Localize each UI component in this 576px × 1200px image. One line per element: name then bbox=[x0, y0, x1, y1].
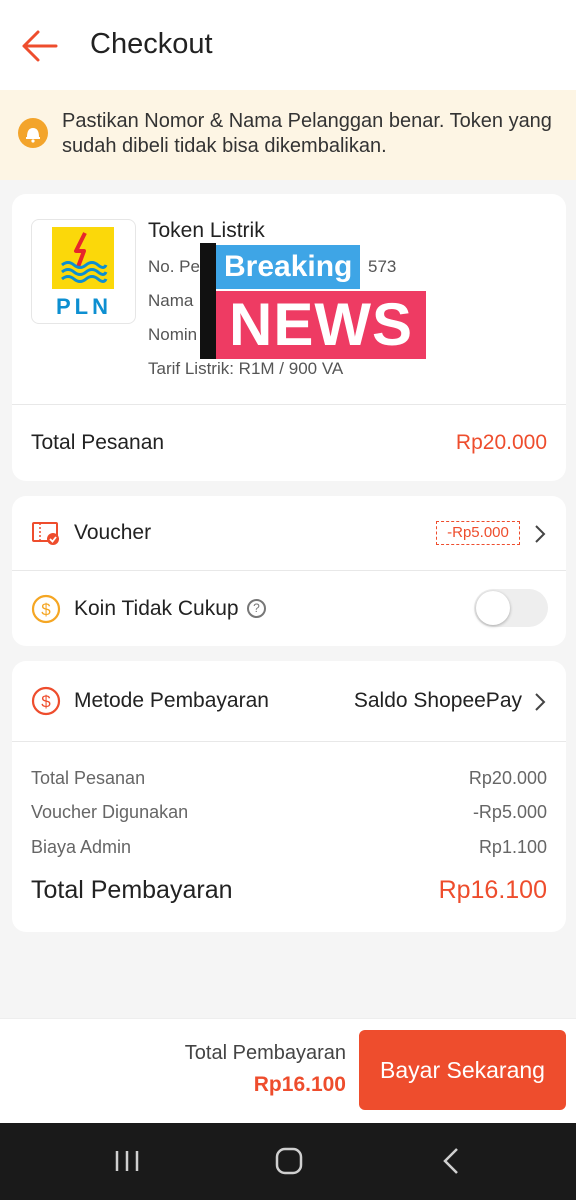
payment-method-value: Saldo ShopeePay bbox=[353, 689, 522, 712]
coin-toggle-knob bbox=[476, 591, 510, 625]
home-icon bbox=[275, 1147, 303, 1175]
summary-label: Voucher Digunakan bbox=[31, 802, 189, 822]
product-name: Token Listrik bbox=[148, 219, 265, 242]
summary-label: Total Pesanan bbox=[31, 768, 146, 788]
help-icon[interactable]: ? bbox=[247, 599, 266, 618]
sticker-breaking: Breaking bbox=[216, 245, 361, 289]
recent-apps-button[interactable] bbox=[107, 1143, 147, 1179]
checkout-total-label: Total Pembayaran bbox=[184, 1042, 346, 1064]
pay-now-button[interactable]: Bayar Sekarang bbox=[359, 1030, 566, 1110]
order-total-value: Rp20.000 bbox=[455, 431, 547, 454]
coin-label: Koin Tidak Cukup bbox=[74, 597, 239, 620]
breaking-news-sticker: Breaking NEWS bbox=[200, 243, 428, 361]
checkout-total-value: Rp16.100 bbox=[253, 1073, 346, 1096]
customer-name: Nama bbox=[148, 291, 194, 310]
recent-apps-icon bbox=[115, 1151, 139, 1171]
bell-icon bbox=[18, 118, 48, 148]
pln-logo-text: PLN bbox=[56, 294, 112, 319]
summary-value: Rp20.000 bbox=[468, 768, 547, 788]
chevron-right-icon[interactable] bbox=[530, 690, 550, 714]
notice-text: Pastikan Nomor & Nama Pelanggan benar. T… bbox=[62, 110, 552, 157]
back-button[interactable] bbox=[18, 24, 62, 68]
payment-method-label: Metode Pembayaran bbox=[74, 689, 269, 712]
nominal: Nomin bbox=[148, 325, 198, 344]
app-header: Checkout bbox=[0, 0, 576, 90]
summary-value: -Rp5.000 bbox=[472, 802, 547, 822]
divider bbox=[12, 404, 566, 405]
coin-icon: $ bbox=[31, 594, 61, 629]
arrow-left-icon bbox=[22, 30, 58, 62]
sticker-news: NEWS bbox=[216, 291, 426, 359]
divider bbox=[12, 570, 566, 571]
grand-total-label: Total Pembayaran bbox=[31, 876, 233, 904]
voucher-label: Voucher bbox=[74, 521, 152, 544]
summary-value: Rp1.100 bbox=[478, 837, 547, 857]
tariff: Tarif Listrik: R1M / 900 VA bbox=[148, 359, 344, 378]
voucher-badge: -Rp5.000 bbox=[436, 521, 520, 545]
ticket-icon bbox=[31, 519, 61, 552]
divider bbox=[12, 741, 566, 742]
svg-text:$: $ bbox=[41, 692, 51, 711]
summary-label: Biaya Admin bbox=[31, 837, 132, 857]
dollar-circle-icon: $ bbox=[31, 686, 61, 721]
grand-total-value: Rp16.100 bbox=[438, 876, 547, 904]
page-title: Checkout bbox=[90, 28, 213, 60]
pln-logo-emblem bbox=[52, 227, 114, 289]
svg-text:$: $ bbox=[41, 600, 51, 619]
order-total-label: Total Pesanan bbox=[31, 431, 165, 454]
system-back-button[interactable] bbox=[432, 1143, 472, 1179]
sticker-bar bbox=[200, 243, 216, 359]
customer-number: No. Pe bbox=[148, 257, 200, 276]
chevron-left-icon bbox=[443, 1148, 458, 1174]
chevron-right-icon[interactable] bbox=[530, 522, 550, 546]
home-button[interactable] bbox=[269, 1143, 309, 1179]
